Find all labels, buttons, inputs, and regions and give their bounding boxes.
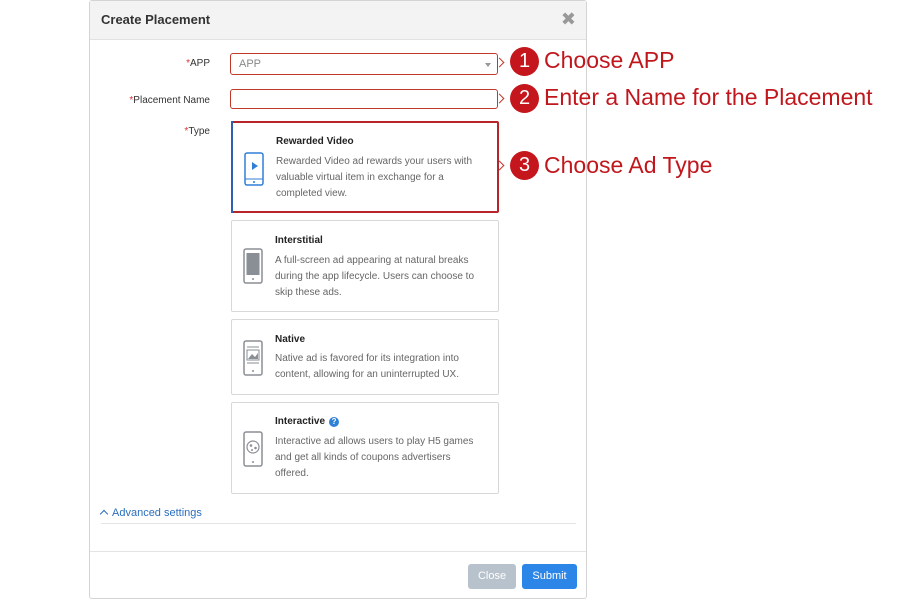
annotation-text-3: Choose Ad Type (544, 152, 713, 178)
card-title: Interactive? (275, 416, 340, 427)
app-label: *APP (150, 58, 210, 69)
card-title: Native (275, 334, 306, 345)
phone-image-icon (243, 340, 263, 376)
card-description: Rewarded Video ad rewards your users wit… (276, 156, 473, 199)
placement-name-input[interactable] (230, 89, 498, 109)
annotation-badge-1: 1 (510, 47, 539, 76)
phone-play-icon (244, 152, 264, 186)
card-description: A full-screen ad appearing at natural br… (275, 255, 474, 298)
annotation-text-1: Choose APP (544, 47, 675, 73)
dialog-title: Create Placement (101, 12, 211, 27)
app-select-placeholder: APP (239, 58, 262, 70)
card-title-text: Interactive (275, 416, 326, 427)
phone-fullscreen-icon (243, 248, 263, 284)
ad-type-card-native[interactable]: Native Native ad is favored for its inte… (231, 319, 499, 395)
submit-button[interactable]: Submit (522, 564, 577, 589)
card-description: Native ad is favored for its integration… (275, 353, 459, 380)
card-description: Interactive ad allows users to play H5 g… (275, 436, 474, 479)
annotation-badge-2: 2 (510, 84, 539, 113)
chevron-down-icon (485, 63, 491, 67)
advanced-settings-label: Advanced settings (112, 507, 202, 519)
close-icon[interactable]: ✖ (561, 9, 576, 29)
type-label-text: Type (188, 126, 210, 137)
placement-name-label-text: Placement Name (133, 95, 210, 106)
divider (101, 523, 576, 524)
ad-type-card-interactive[interactable]: Interactive? Interactive ad allows users… (231, 402, 499, 494)
dialog-header: Create Placement ✖ (90, 1, 586, 40)
type-label: *Type (150, 126, 210, 137)
card-title: Rewarded Video (276, 136, 354, 147)
app-label-text: APP (189, 58, 210, 69)
app-select[interactable]: APP (230, 53, 498, 75)
close-button[interactable]: Close (468, 564, 516, 589)
footer-divider (90, 551, 586, 552)
annotation-text-2: Enter a Name for the Placement (544, 84, 873, 110)
help-icon[interactable]: ? (329, 417, 340, 427)
placement-name-label: *Placement Name (110, 95, 210, 106)
ad-type-card-interstitial[interactable]: Interstitial A full-screen ad appearing … (231, 220, 499, 312)
card-title: Interstitial (275, 235, 323, 246)
phone-game-icon (243, 431, 263, 467)
chevron-up-icon (99, 509, 109, 519)
annotation-badge-3: 3 (510, 151, 539, 180)
advanced-settings-toggle[interactable]: Advanced settings (99, 507, 202, 519)
ad-type-card-rewarded-video[interactable]: Rewarded Video Rewarded Video ad rewards… (231, 121, 499, 213)
